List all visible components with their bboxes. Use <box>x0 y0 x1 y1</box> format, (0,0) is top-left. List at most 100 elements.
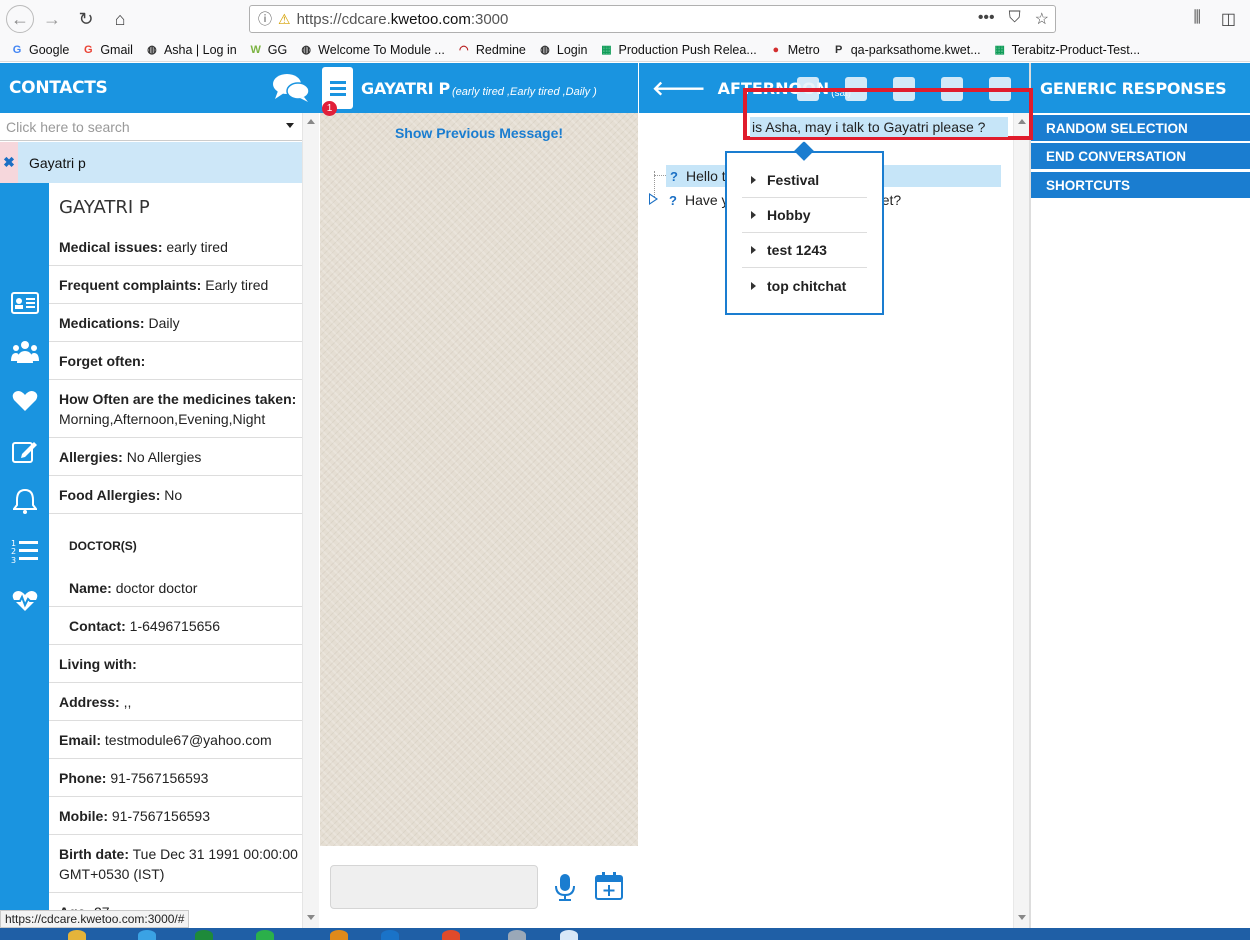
scroll-down-icon[interactable] <box>1018 915 1026 920</box>
bookmark-item[interactable]: ◍ Login <box>538 43 587 57</box>
taskbar-app-icon[interactable] <box>508 930 526 940</box>
taskbar-app-icon[interactable] <box>560 930 578 940</box>
bell-icon[interactable] <box>10 487 40 515</box>
profile-scrollbar[interactable] <box>302 113 319 928</box>
topic-label: test 1243 <box>767 242 827 258</box>
pocket-icon[interactable]: ⛉ <box>1009 9 1021 29</box>
profile-field: Allergies: No Allergies <box>49 438 302 476</box>
heart-icon[interactable] <box>10 387 40 415</box>
heartbeat-icon[interactable] <box>10 587 40 615</box>
bookmark-item[interactable]: G Gmail <box>81 43 133 57</box>
profile-field: Mobile: 91-7567156593 <box>49 797 302 835</box>
profile-field: Forget often: <box>49 342 302 380</box>
generic-response-item[interactable]: END CONVERSATION <box>1031 143 1250 169</box>
profile-field-value: Morning,Afternoon,Evening,Night <box>59 411 266 427</box>
bookmark-item[interactable]: ▦ Terabitz-Product-Test... <box>993 42 1141 57</box>
app: CONTACTS Click here to search ✖ Gayatri … <box>0 63 1250 928</box>
reload-icon[interactable]: ↻ <box>70 3 102 35</box>
conversation-scrollbar[interactable] <box>1013 113 1029 928</box>
edit-icon[interactable] <box>845 77 867 101</box>
back-arrow-icon[interactable]: 🡐 <box>652 76 706 101</box>
gear-icon[interactable] <box>893 77 915 101</box>
url-suffix: :3000 <box>470 10 509 28</box>
topic-label: Festival <box>767 172 820 188</box>
taskbar-app-icon[interactable] <box>442 930 460 940</box>
icon-rail: 123 <box>0 183 49 928</box>
profile-field-label: Living with: <box>59 656 137 672</box>
profile-field-value: 91-7567156593 <box>110 770 209 786</box>
topic-item[interactable]: Hobby <box>742 198 867 233</box>
generic-response-item[interactable]: SHORTCUTS <box>1031 172 1250 198</box>
chat-bubbles-icon[interactable] <box>272 73 310 103</box>
scroll-up-icon[interactable] <box>307 119 315 124</box>
bookmark-favicon-icon: ● <box>772 43 780 56</box>
info-icon[interactable]: ⓘ <box>258 9 272 29</box>
selected-contact[interactable]: ✖ Gayatri p <box>0 142 302 183</box>
profile-field: How Often are the medicines taken: Morni… <box>49 380 302 438</box>
taskbar-app-icon[interactable] <box>195 930 213 940</box>
show-previous-message-link[interactable]: Show Previous Message! <box>320 125 638 141</box>
profile-field-label: Medications: <box>59 315 145 331</box>
bookmark-item[interactable]: G Google <box>10 43 70 57</box>
bookmark-label: qa-parksathome.kwet... <box>850 42 981 57</box>
profile-field-value: testmodule67@yahoo.com <box>104 732 272 748</box>
numbered-list-icon[interactable]: 123 <box>10 537 40 565</box>
heart-icon[interactable] <box>989 77 1011 101</box>
library-icon[interactable]: ⫼ <box>1194 9 1201 29</box>
profile-field: Medical issues: early tired <box>49 228 302 266</box>
home-icon[interactable]: ⌂ <box>104 3 136 35</box>
topic-item[interactable]: top chitchat <box>742 268 867 303</box>
bookmark-label: Gmail <box>100 42 133 57</box>
page-actions-icon[interactable]: ••• <box>978 9 995 29</box>
back-arrow-icon[interactable]: ← <box>6 5 34 33</box>
group-icon[interactable] <box>10 337 40 365</box>
generic-response-item[interactable]: RANDOM SELECTION <box>1031 115 1250 141</box>
topic-item[interactable]: test 1243 <box>742 233 867 268</box>
bookmark-label: Metro <box>787 42 820 57</box>
expand-triangle-icon[interactable] <box>649 193 658 205</box>
profile-field-label: Birth date: <box>59 846 129 862</box>
taskbar-app-icon[interactable] <box>138 930 156 940</box>
generic-responses-header: GENERIC RESPONSES <box>1031 63 1250 113</box>
bookmark-label: Terabitz-Product-Test... <box>1011 42 1141 57</box>
bookmark-item[interactable]: ● Metro <box>769 42 820 57</box>
tree-connector <box>654 175 666 176</box>
dropdown-arrow-icon[interactable] <box>286 123 294 128</box>
url-bar[interactable]: ⓘ ⚠ https://cdcare. kwetoo.com:3000 ••• ⛉… <box>249 5 1056 33</box>
contact-search-input[interactable]: Click here to search <box>0 113 302 141</box>
topics-popup: Festival Hobby test 1243 top chitchat <box>725 141 884 315</box>
doctors-heading: DOCTOR(S) <box>69 539 137 553</box>
edit-note-icon[interactable] <box>10 437 40 465</box>
bookmark-item[interactable]: ◍ Welcome To Module ... <box>299 43 445 57</box>
taskbar-app-icon[interactable] <box>330 930 348 940</box>
scroll-down-icon[interactable] <box>307 915 315 920</box>
notification-icon[interactable] <box>941 77 963 101</box>
composer <box>320 846 638 928</box>
bookmark-item[interactable]: ◍ Asha | Log in <box>145 43 237 57</box>
profile-field-value: Early tired <box>205 277 269 293</box>
bookmark-star-icon[interactable]: ☆ <box>1035 9 1049 29</box>
bookmark-label: Redmine <box>475 42 526 57</box>
insecure-lock-icon[interactable]: ⚠ <box>278 11 291 28</box>
microphone-icon[interactable] <box>554 873 576 901</box>
conversation-header: 🡐 AFTERNOON (sat) <box>639 63 1029 113</box>
remove-contact-icon[interactable]: ✖ <box>0 142 18 183</box>
taskbar-app-icon[interactable] <box>256 930 274 940</box>
id-card-icon[interactable] <box>10 289 40 317</box>
list-icon[interactable] <box>797 77 819 101</box>
forward-arrow-icon[interactable]: → <box>36 3 68 35</box>
bookmark-item[interactable]: ▦ Production Push Relea... <box>599 43 756 57</box>
profile-name: GAYATRI P <box>59 197 150 218</box>
sidebar-toggle-icon[interactable]: ◫ <box>1221 9 1236 29</box>
taskbar-app-icon[interactable] <box>381 930 399 940</box>
scroll-up-icon[interactable] <box>1018 119 1026 124</box>
bookmark-item[interactable]: ◠ Redmine <box>457 43 526 57</box>
bookmark-label: Production Push Relea... <box>618 42 757 57</box>
calendar-add-icon[interactable] <box>595 872 623 900</box>
taskbar-app-icon[interactable] <box>68 930 86 940</box>
profile-fields-2: Living with: Address: ,, Email: testmodul… <box>49 645 302 928</box>
message-input[interactable] <box>330 865 538 909</box>
bookmark-item[interactable]: Pqa-parksathome.kwet... <box>832 43 981 57</box>
topic-item[interactable]: Festival <box>742 163 867 198</box>
bookmark-item[interactable]: W GG <box>249 43 288 57</box>
